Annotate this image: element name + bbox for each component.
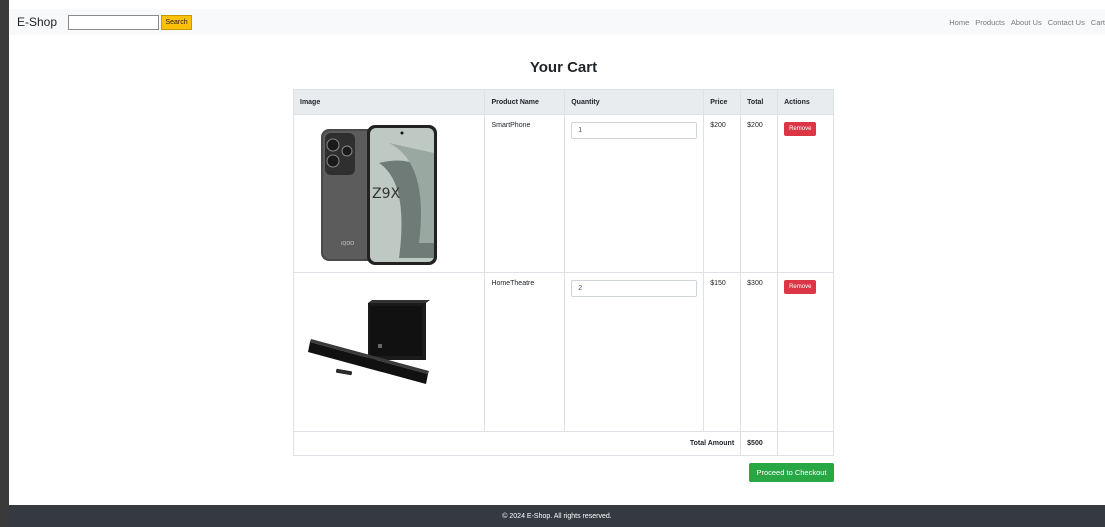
- table-row: iQOO Z9X SmartPhone 1 $200 $200 Remove: [292, 114, 834, 273]
- total-cell: $300: [740, 272, 779, 432]
- product-name: HomeTheatre: [484, 272, 566, 432]
- nav-links: Home Products About Us Contact Us Cart: [943, 9, 1105, 35]
- nav-link-products[interactable]: Products: [975, 18, 1005, 27]
- remove-button[interactable]: Remove: [784, 122, 817, 136]
- total-row: Total Amount $500: [292, 431, 834, 456]
- header-product-name: Product Name: [484, 89, 566, 115]
- cart-table: Image Product Name Quantity Price Total …: [292, 89, 834, 456]
- price-cell: $200: [703, 114, 742, 273]
- header-quantity: Quantity: [564, 89, 705, 115]
- total-amount-label: Total Amount: [292, 431, 742, 456]
- price-cell: $150: [703, 272, 742, 432]
- window-frame: [0, 0, 9, 527]
- header-price: Price: [703, 89, 742, 115]
- header-image: Image: [292, 89, 486, 115]
- footer-text: © 2024 E-Shop. All rights reserved.: [502, 512, 612, 520]
- total-amount-value: $500: [740, 431, 779, 456]
- svg-text:iQOO: iQOO: [341, 241, 354, 247]
- remove-button[interactable]: Remove: [784, 280, 817, 294]
- page-title: Your Cart: [529, 59, 598, 76]
- nav-link-about[interactable]: About Us: [1011, 18, 1042, 27]
- table-header-row: Image Product Name Quantity Price Total …: [292, 89, 834, 115]
- brand-logo[interactable]: E-Shop: [17, 15, 57, 29]
- product-image-cell: [292, 272, 486, 432]
- search-input[interactable]: [68, 14, 160, 30]
- smartphone-image: iQOO Z9X: [321, 125, 437, 265]
- search-button[interactable]: Search: [161, 14, 193, 30]
- product-name: SmartPhone: [484, 114, 566, 273]
- header-total: Total: [740, 89, 779, 115]
- quantity-cell: 2: [564, 272, 705, 432]
- quantity-input[interactable]: 2: [571, 280, 698, 297]
- table-row: HomeTheatre 2 $150 $300 Remove: [292, 272, 834, 432]
- nav-link-contact[interactable]: Contact Us: [1048, 18, 1085, 27]
- actions-cell: Remove: [777, 272, 834, 432]
- header-actions: Actions: [777, 89, 834, 115]
- checkout-button[interactable]: Proceed to Checkout: [749, 463, 834, 482]
- phone-model-text: Z9X: [372, 186, 400, 202]
- total-cell: $200: [740, 114, 779, 273]
- navbar: E-Shop Search Home Products About Us Con…: [9, 9, 1105, 35]
- footer: © 2024 E-Shop. All rights reserved.: [9, 505, 1105, 527]
- nav-link-home[interactable]: Home: [949, 18, 969, 27]
- quantity-cell: 1: [564, 114, 705, 273]
- quantity-input[interactable]: 1: [571, 122, 698, 139]
- product-image-cell: iQOO Z9X: [292, 114, 486, 273]
- nav-link-cart[interactable]: Cart: [1091, 18, 1105, 27]
- actions-cell: Remove: [777, 114, 834, 273]
- home-theatre-image: [308, 300, 430, 384]
- total-empty-cell: [777, 431, 834, 456]
